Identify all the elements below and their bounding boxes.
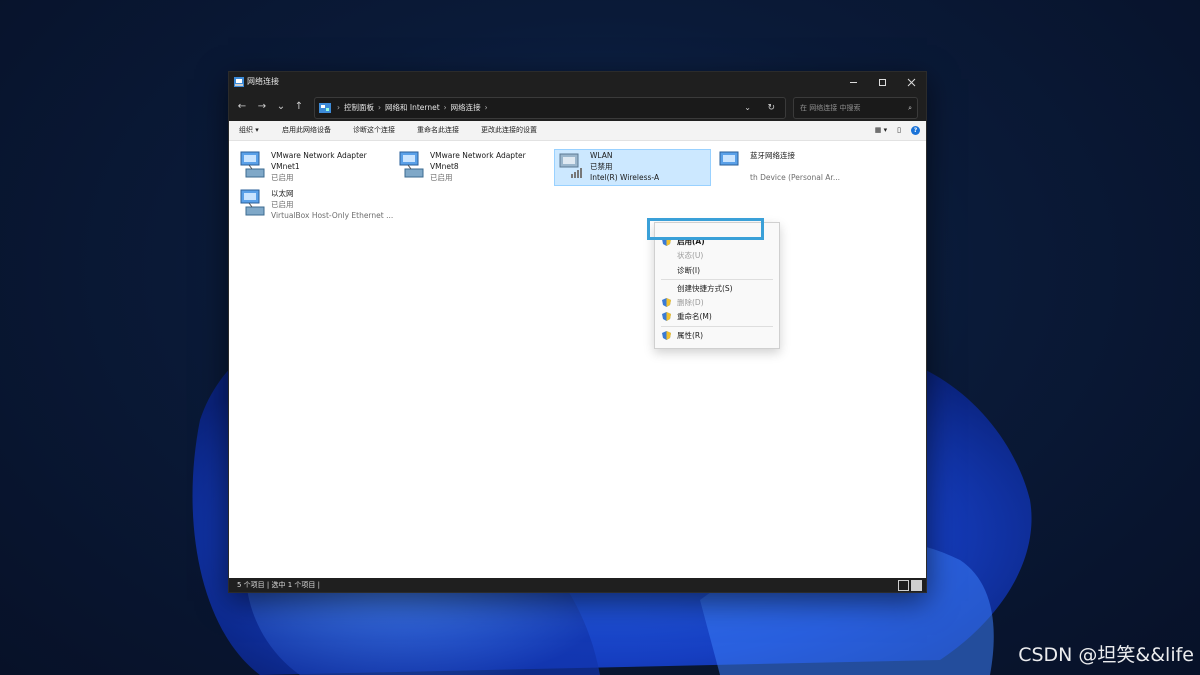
menu-separator — [661, 279, 773, 280]
menu-item-status: 状态(U) — [677, 251, 704, 260]
breadcrumb-separator: › — [337, 103, 340, 112]
network-adapter-icon — [240, 189, 265, 216]
search-box[interactable]: 在 网络连接 中搜索 ⌕ — [793, 97, 918, 119]
breadcrumb-control-panel[interactable]: 控制面板 — [344, 98, 374, 118]
arrow-left-icon: ← — [237, 100, 247, 112]
maximize-button[interactable] — [868, 72, 897, 92]
search-placeholder: 在 网络连接 中搜索 — [800, 104, 861, 112]
item-subtitle: 已禁用 — [590, 162, 613, 171]
list-item-wlan[interactable]: WLAN 已禁用 Intel(R) Wireless-A — [554, 149, 711, 186]
uac-shield-icon — [662, 298, 671, 307]
breadcrumb-separator: › — [484, 103, 488, 112]
breadcrumb-separator: › — [443, 103, 447, 112]
rename-button[interactable]: 重命名此连接 — [417, 121, 459, 140]
list-item-ethernet[interactable]: 以太网 已启用 VirtualBox Host-Only Ethernet ..… — [238, 188, 403, 222]
menu-item-properties[interactable]: 属性(R) — [655, 329, 779, 342]
menu-item-delete: 删除(D) — [655, 296, 779, 309]
bluetooth-adapter-icon — [719, 151, 739, 166]
highlight-annotation — [647, 218, 764, 240]
item-name: 以太网 — [271, 189, 294, 198]
network-adapter-icon — [240, 151, 265, 178]
item-name: VMware Network Adapter — [271, 151, 367, 160]
maximize-icon — [879, 78, 886, 86]
menu-item-rename[interactable]: 重命名(M) — [655, 310, 779, 323]
arrow-up-icon: ↑ — [294, 100, 304, 112]
search-icon: ⌕ — [908, 104, 912, 112]
close-icon — [907, 78, 916, 86]
window-title: 网络连接 — [247, 77, 279, 86]
list-item-bluetooth[interactable]: 蓝牙网络连接 th Device (Personal Ar... — [717, 150, 887, 184]
item-subtitle: VMnet1 — [271, 162, 300, 171]
up-button[interactable]: ↑ — [292, 99, 306, 113]
item-status: 已启用 — [430, 173, 453, 182]
breadcrumb-network-connections[interactable]: 网络连接 — [451, 98, 481, 118]
address-history-chevron-icon[interactable]: ⌄ — [744, 98, 751, 118]
breadcrumb-separator: › — [378, 103, 381, 112]
diagnose-button[interactable]: 诊断这个连接 — [353, 121, 395, 140]
item-status: th Device (Personal Ar... — [750, 173, 840, 182]
enable-device-button[interactable]: 启用此网络设备 — [282, 121, 331, 140]
preview-pane-icon[interactable]: ▯ — [897, 121, 901, 140]
network-adapter-icon — [399, 151, 424, 178]
minimize-button[interactable] — [839, 72, 868, 92]
refresh-icon[interactable]: ↻ — [767, 98, 775, 118]
item-subtitle: VMnet8 — [430, 162, 459, 171]
help-icon[interactable]: ? — [911, 126, 920, 135]
wireless-adapter-icon — [559, 153, 582, 178]
list-item-vmnet1[interactable]: VMware Network Adapter VMnet1 已启用 — [238, 150, 388, 184]
item-status: 已启用 — [271, 173, 294, 182]
item-status: Intel(R) Wireless-A — [590, 173, 660, 182]
menu-item-create-shortcut[interactable]: 创建快捷方式(S) — [655, 282, 779, 295]
status-text: 5 个项目 | 选中 1 个项目 | — [237, 581, 320, 589]
navigation-bar: ← → ⌄ ↑ › 控制面板 › 网络和 Internet › 网络连接 › ⌄… — [229, 92, 926, 121]
view-options-icon[interactable]: ▦ ▾ — [875, 121, 887, 140]
breadcrumb-network-internet[interactable]: 网络和 Internet — [385, 98, 440, 118]
details-view-icon[interactable] — [898, 580, 909, 591]
list-item-vmnet8[interactable]: VMware Network Adapter VMnet8 已启用 — [397, 150, 547, 184]
recent-dropdown-button[interactable]: ⌄ — [274, 99, 288, 113]
chevron-down-icon: ⌄ — [276, 100, 286, 112]
explorer-window: 网络连接 ← → ⌄ ↑ › 控制面板 › 网络和 Internet › 网络连… — [228, 71, 927, 593]
organize-button[interactable]: 组织 ▾ — [239, 121, 259, 140]
context-menu: 启用(A) 状态(U) 诊断(I) 创建快捷方式(S) 删除(D) 重命名(M) — [654, 222, 780, 349]
item-name: VMware Network Adapter — [430, 151, 526, 160]
title-bar: 网络连接 — [229, 72, 926, 92]
large-icons-view-icon[interactable] — [911, 580, 922, 591]
uac-shield-icon — [662, 312, 671, 321]
item-name: 蓝牙网络连接 — [750, 151, 795, 160]
back-button[interactable]: ← — [235, 99, 249, 113]
command-bar: 组织 ▾ 启用此网络设备 诊断这个连接 重命名此连接 更改此连接的设置 ▦ ▾ … — [229, 121, 926, 141]
item-name: WLAN — [590, 151, 613, 160]
minimize-icon — [850, 81, 857, 83]
network-folder-icon — [234, 77, 244, 87]
close-button[interactable] — [897, 72, 926, 92]
forward-button[interactable]: → — [255, 99, 269, 113]
menu-item-diagnose[interactable]: 诊断(I) — [655, 264, 779, 277]
menu-separator — [661, 326, 773, 327]
item-status: VirtualBox Host-Only Ethernet ... — [271, 211, 394, 220]
address-bar[interactable]: › 控制面板 › 网络和 Internet › 网络连接 › ⌄ ↻ — [314, 97, 786, 119]
file-list: VMware Network Adapter VMnet1 已启用 VMware… — [229, 142, 926, 576]
item-subtitle: 已启用 — [271, 200, 294, 209]
arrow-right-icon: → — [257, 100, 267, 112]
uac-shield-icon — [662, 331, 671, 340]
change-settings-button[interactable]: 更改此连接的设置 — [481, 121, 537, 140]
status-bar: 5 个项目 | 选中 1 个项目 | — [229, 578, 926, 592]
watermark-text: CSDN @坦笑&&life — [1018, 644, 1194, 666]
control-panel-icon — [319, 103, 331, 113]
